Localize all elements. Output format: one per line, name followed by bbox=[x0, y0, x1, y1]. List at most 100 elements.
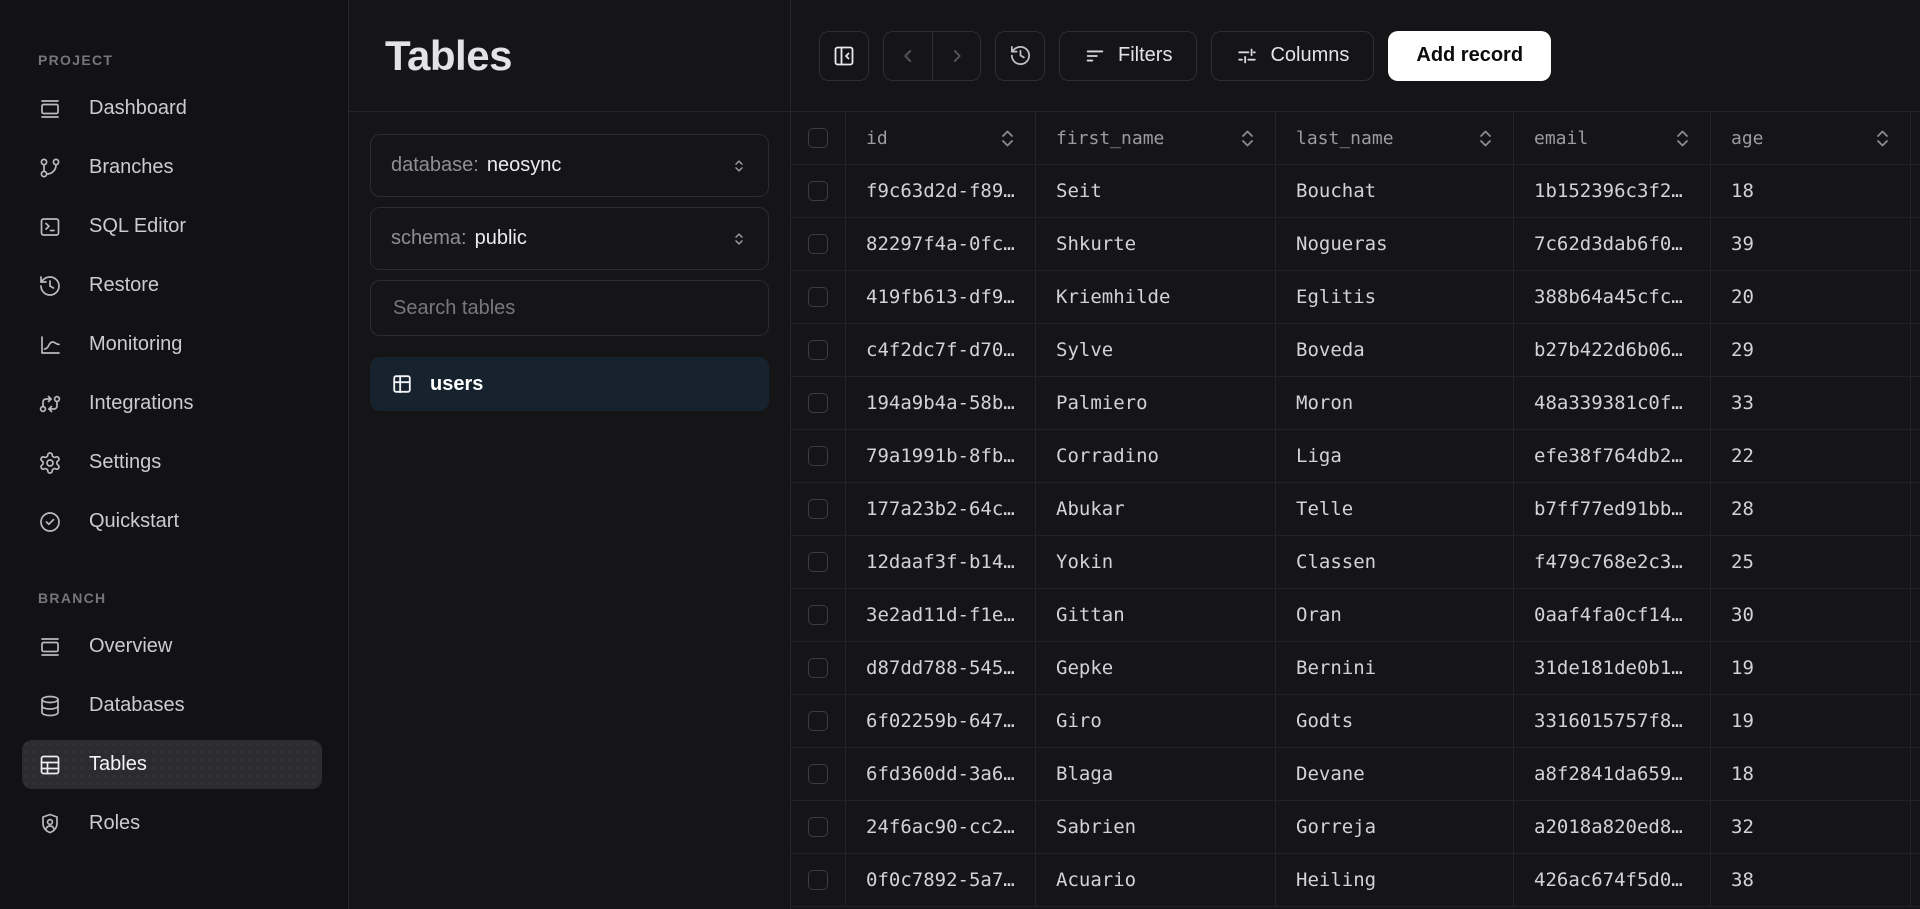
row-checkbox[interactable] bbox=[808, 393, 828, 413]
cell-age[interactable]: 22 bbox=[1711, 430, 1911, 482]
cell-age[interactable]: 30 bbox=[1711, 589, 1911, 641]
cell-age[interactable]: 39 bbox=[1711, 218, 1911, 270]
cell-last-name[interactable]: Oran bbox=[1276, 589, 1514, 641]
cell-first-name[interactable]: Shkurte bbox=[1036, 218, 1276, 270]
database-select[interactable]: database: neosync bbox=[370, 134, 769, 197]
sidebar-item-restore[interactable]: Restore bbox=[22, 261, 322, 310]
cell-email[interactable]: 7c62d3dab6f0… bbox=[1514, 218, 1711, 270]
cell-age[interactable]: 33 bbox=[1711, 377, 1911, 429]
cell-id[interactable]: 6fd360dd-3a6… bbox=[846, 748, 1036, 800]
row-checkbox[interactable] bbox=[808, 605, 828, 625]
cell-first-name[interactable]: Seit bbox=[1036, 165, 1276, 217]
select-all-checkbox[interactable] bbox=[808, 128, 828, 148]
row-checkbox[interactable] bbox=[808, 287, 828, 307]
cell-age[interactable]: 28 bbox=[1711, 483, 1911, 535]
cell-email[interactable]: a8f2841da659… bbox=[1514, 748, 1711, 800]
cell-email[interactable]: 1b152396c3f2… bbox=[1514, 165, 1711, 217]
cell-last-name[interactable]: Godts bbox=[1276, 695, 1514, 747]
cell-age[interactable]: 20 bbox=[1711, 271, 1911, 323]
cell-email[interactable]: b7ff77ed91bb… bbox=[1514, 483, 1711, 535]
cell-email[interactable]: 48a339381c0f… bbox=[1514, 377, 1711, 429]
cell-last-name[interactable]: Boveda bbox=[1276, 324, 1514, 376]
cell-id[interactable]: 0f0c7892-5a7… bbox=[846, 854, 1036, 906]
cell-id[interactable]: 6f02259b-647… bbox=[846, 695, 1036, 747]
filters-button[interactable]: Filters bbox=[1059, 30, 1198, 81]
row-checkbox[interactable] bbox=[808, 181, 828, 201]
row-checkbox[interactable] bbox=[808, 658, 828, 678]
add-record-button[interactable]: Add record bbox=[1388, 30, 1552, 81]
cell-last-name[interactable]: Telle bbox=[1276, 483, 1514, 535]
sidebar-item-databases[interactable]: Databases bbox=[22, 681, 322, 730]
sidebar-item-monitoring[interactable]: Monitoring bbox=[22, 320, 322, 369]
cell-email[interactable]: 426ac674f5d0… bbox=[1514, 854, 1711, 906]
cell-last-name[interactable]: Bernini bbox=[1276, 642, 1514, 694]
cell-last-name[interactable]: Classen bbox=[1276, 536, 1514, 588]
cell-email[interactable]: efe38f764db2… bbox=[1514, 430, 1711, 482]
cell-id[interactable]: 82297f4a-0fc… bbox=[846, 218, 1036, 270]
cell-first-name[interactable]: Gittan bbox=[1036, 589, 1276, 641]
sidebar-item-roles[interactable]: Roles bbox=[22, 799, 322, 848]
columns-button[interactable]: Columns bbox=[1211, 30, 1375, 81]
cell-age[interactable]: 38 bbox=[1711, 854, 1911, 906]
cell-first-name[interactable]: Sabrien bbox=[1036, 801, 1276, 853]
cell-email[interactable]: b27b422d6b06… bbox=[1514, 324, 1711, 376]
cell-id[interactable]: f9c63d2d-f89… bbox=[846, 165, 1036, 217]
cell-last-name[interactable]: Gorreja bbox=[1276, 801, 1514, 853]
row-checkbox[interactable] bbox=[808, 764, 828, 784]
cell-age[interactable]: 25 bbox=[1711, 536, 1911, 588]
sidebar-item-branches[interactable]: Branches bbox=[22, 143, 322, 192]
collapse-panel-button[interactable] bbox=[819, 30, 869, 81]
cell-first-name[interactable]: Palmiero bbox=[1036, 377, 1276, 429]
cell-id[interactable]: 177a23b2-64c… bbox=[846, 483, 1036, 535]
cell-email[interactable]: f479c768e2c3… bbox=[1514, 536, 1711, 588]
cell-first-name[interactable]: Blaga bbox=[1036, 748, 1276, 800]
schema-select[interactable]: schema: public bbox=[370, 207, 769, 270]
cell-last-name[interactable]: Moron bbox=[1276, 377, 1514, 429]
cell-first-name[interactable]: Sylve bbox=[1036, 324, 1276, 376]
sidebar-item-overview[interactable]: Overview bbox=[22, 622, 322, 671]
cell-id[interactable]: c4f2dc7f-d70… bbox=[846, 324, 1036, 376]
cell-last-name[interactable]: Heiling bbox=[1276, 854, 1514, 906]
row-checkbox[interactable] bbox=[808, 817, 828, 837]
sidebar-item-integrations[interactable]: Integrations bbox=[22, 379, 322, 428]
history-button[interactable] bbox=[995, 30, 1045, 81]
column-header-last-name[interactable]: last_name bbox=[1276, 112, 1514, 164]
cell-email[interactable]: a2018a820ed8… bbox=[1514, 801, 1711, 853]
cell-email[interactable]: 388b64a45cfc… bbox=[1514, 271, 1711, 323]
column-header-email[interactable]: email bbox=[1514, 112, 1711, 164]
row-checkbox[interactable] bbox=[808, 552, 828, 572]
row-checkbox[interactable] bbox=[808, 340, 828, 360]
cell-id[interactable]: d87dd788-545… bbox=[846, 642, 1036, 694]
column-header-first-name[interactable]: first_name bbox=[1036, 112, 1276, 164]
cell-last-name[interactable]: Nogueras bbox=[1276, 218, 1514, 270]
cell-first-name[interactable]: Kriemhilde bbox=[1036, 271, 1276, 323]
row-checkbox[interactable] bbox=[808, 870, 828, 890]
cell-id[interactable]: 24f6ac90-cc2… bbox=[846, 801, 1036, 853]
previous-page-button[interactable] bbox=[884, 32, 932, 80]
cell-age[interactable]: 18 bbox=[1711, 748, 1911, 800]
sidebar-item-sql-editor[interactable]: SQL Editor bbox=[22, 202, 322, 251]
cell-first-name[interactable]: Corradino bbox=[1036, 430, 1276, 482]
cell-age[interactable]: 19 bbox=[1711, 695, 1911, 747]
row-checkbox[interactable] bbox=[808, 499, 828, 519]
cell-email[interactable]: 0aaf4fa0cf14… bbox=[1514, 589, 1711, 641]
table-list-item-users[interactable]: users bbox=[370, 357, 769, 411]
sidebar-item-settings[interactable]: Settings bbox=[22, 438, 322, 487]
cell-id[interactable]: 419fb613-df9… bbox=[846, 271, 1036, 323]
row-checkbox[interactable] bbox=[808, 446, 828, 466]
cell-last-name[interactable]: Liga bbox=[1276, 430, 1514, 482]
cell-age[interactable]: 19 bbox=[1711, 642, 1911, 694]
cell-first-name[interactable]: Giro bbox=[1036, 695, 1276, 747]
cell-first-name[interactable]: Gepke bbox=[1036, 642, 1276, 694]
column-header-id[interactable]: id bbox=[846, 112, 1036, 164]
cell-id[interactable]: 12daaf3f-b14… bbox=[846, 536, 1036, 588]
next-page-button[interactable] bbox=[932, 31, 980, 80]
cell-email[interactable]: 3316015757f8… bbox=[1514, 695, 1711, 747]
cell-age[interactable]: 29 bbox=[1711, 324, 1911, 376]
cell-age[interactable]: 18 bbox=[1711, 165, 1911, 217]
cell-first-name[interactable]: Yokin bbox=[1036, 536, 1276, 588]
sidebar-item-tables[interactable]: Tables bbox=[22, 740, 322, 789]
row-checkbox[interactable] bbox=[808, 711, 828, 731]
cell-age[interactable]: 32 bbox=[1711, 801, 1911, 853]
cell-email[interactable]: 31de181de0b1… bbox=[1514, 642, 1711, 694]
